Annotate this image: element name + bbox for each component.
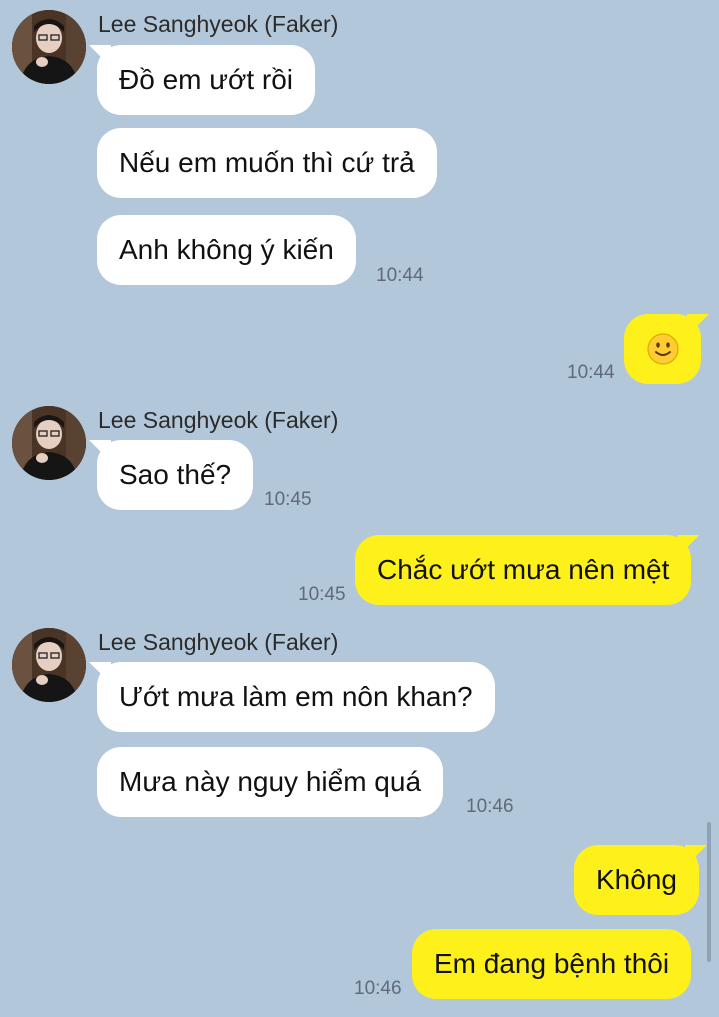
- slightly-smiling-face-icon: [646, 333, 679, 365]
- message-timestamp: 10:45: [298, 584, 346, 605]
- message-bubble-incoming[interactable]: Ướt mưa làm em nôn khan?: [97, 662, 495, 732]
- sender-name: Lee Sanghyeok (Faker): [98, 11, 339, 37]
- message-timestamp: 10:46: [354, 978, 402, 999]
- message-bubble-outgoing[interactable]: [624, 314, 701, 384]
- sender-name: Lee Sanghyeok (Faker): [98, 407, 339, 433]
- contact-avatar[interactable]: [12, 628, 86, 702]
- scrollbar[interactable]: [707, 822, 711, 962]
- avatar-photo-icon: [12, 406, 86, 480]
- message-timestamp: 10:45: [264, 489, 312, 510]
- message-timestamp: 10:44: [567, 362, 615, 383]
- message-bubble-incoming[interactable]: Mưa này nguy hiểm quá: [97, 747, 444, 817]
- message-bubble-outgoing[interactable]: Em đang bệnh thôi: [412, 929, 692, 999]
- message-bubble-incoming[interactable]: Đồ em ướt rồi: [97, 45, 316, 115]
- message-bubble-outgoing[interactable]: Chắc ướt mưa nên mệt: [355, 535, 692, 605]
- avatar-photo-icon: [12, 628, 86, 702]
- message-bubble-incoming[interactable]: Nếu em muốn thì cứ trả: [97, 128, 437, 198]
- message-bubble-incoming[interactable]: Sao thế?: [97, 440, 254, 510]
- message-bubble-outgoing[interactable]: Không: [574, 845, 699, 915]
- sender-name: Lee Sanghyeok (Faker): [98, 629, 339, 655]
- avatar-photo-icon: [12, 10, 86, 84]
- message-timestamp: 10:44: [376, 265, 424, 286]
- message-bubble-incoming[interactable]: Anh không ý kiến: [97, 215, 356, 285]
- message-timestamp: 10:46: [466, 796, 514, 817]
- contact-avatar[interactable]: [12, 10, 86, 84]
- contact-avatar[interactable]: [12, 406, 86, 480]
- chat-message-list[interactable]: Lee Sanghyeok (Faker) Đồ em ướt rồi Nếu …: [0, 0, 719, 1017]
